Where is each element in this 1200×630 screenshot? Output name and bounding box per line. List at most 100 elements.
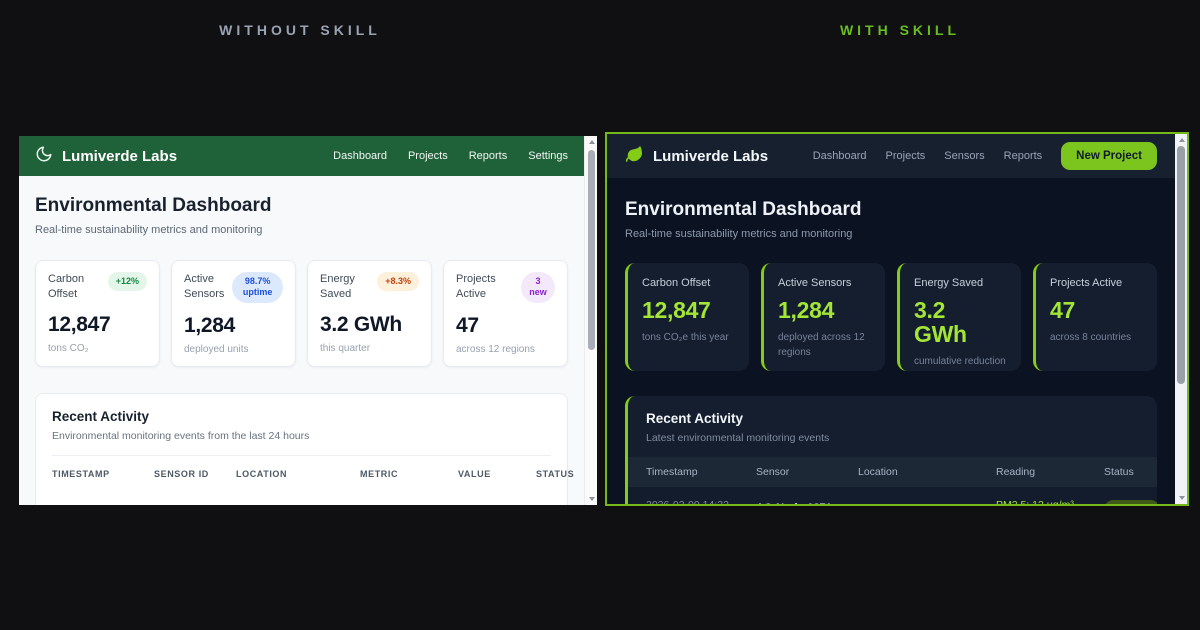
panel-without-skill: Lumiverde Labs Dashboard Projects Report… (19, 136, 597, 505)
stat-value: 47 (1050, 297, 1075, 323)
col-timestamp: Timestamp (646, 466, 698, 478)
table-row: 2026-02-09 14:32 AQ-Node-0871 São Paulo,… (628, 487, 1157, 504)
right-nav-projects[interactable]: Projects (886, 150, 926, 162)
stat-label: Carbon Offset (642, 277, 711, 289)
left-nav-settings[interactable]: Settings (528, 150, 568, 162)
with-skill-label: WITH SKILL (839, 22, 961, 38)
stat-sub: deployed across 12 regions (778, 332, 865, 358)
stat-sub: tons CO₂e this year (642, 332, 729, 344)
stat-label: Projects Active (1050, 277, 1123, 289)
stat-card-carbon-offset: Carbon Offset 12,847 tons CO₂e this year (625, 263, 749, 371)
right-brand: Lumiverde Labs (625, 145, 768, 168)
stat-value: 12,847 (642, 297, 711, 323)
right-page-title: Environmental Dashboard (625, 199, 862, 220)
status-badge: Normal (1104, 500, 1157, 504)
comparison-banner: WITHOUT SKILL WITH SKILL (0, 22, 1200, 38)
left-activity-title: Recent Activity (52, 408, 150, 424)
right-brand-name: Lumiverde Labs (653, 147, 769, 165)
stat-label: Energy Saved (320, 273, 355, 300)
col-metric: Metric (360, 468, 399, 479)
col-status: Status (536, 468, 575, 479)
leaf-icon (625, 145, 644, 168)
scrollbar-thumb[interactable] (588, 150, 595, 350)
scroll-down-icon[interactable] (589, 497, 595, 501)
stat-value: 1,284 (778, 297, 835, 323)
stat-badge: +12% (107, 272, 147, 292)
right-activity-title: Recent Activity (646, 411, 744, 426)
stat-badge: 98.7% uptime (232, 272, 283, 303)
stat-sub: this quarter (320, 342, 371, 354)
stat-value: 12,847 (48, 312, 111, 336)
col-location: Location (236, 468, 288, 479)
cell-sensor-id: SNS-0847 (154, 503, 230, 505)
left-nav-reports[interactable]: Reports (469, 150, 508, 162)
col-timestamp: Timestamp (52, 468, 110, 479)
stat-label: Active Sensors (184, 273, 225, 300)
right-stat-cards: Carbon Offset 12,847 tons CO₂e this year… (625, 263, 1157, 371)
col-reading: Reading (996, 466, 1036, 478)
left-activity-table: Timestamp Sensor ID Location Metric Valu… (52, 454, 574, 505)
cell-timestamp: 2026-02-09 14:32 (52, 503, 148, 505)
left-page-title: Environmental Dashboard (35, 195, 272, 216)
right-nav: Dashboard Projects Sensors Reports New P… (813, 142, 1157, 170)
stat-value: 3.2 GWh (320, 312, 402, 336)
left-app-header: Lumiverde Labs Dashboard Projects Report… (19, 136, 584, 176)
left-recent-activity-card: Recent Activity Environmental monitoring… (35, 392, 574, 505)
stat-sub: across 8 countries (1050, 332, 1132, 344)
stat-sub: across 12 regions (456, 343, 535, 355)
stat-card-projects-active: Projects Active 47 across 8 countries (1033, 263, 1157, 371)
right-page-subtitle: Real-time sustainability metrics and mon… (625, 228, 853, 240)
cell-value: 342 (458, 503, 530, 505)
right-table-header: Timestamp Sensor Location Reading Status (628, 457, 1157, 487)
left-brand: Lumiverde Labs (35, 145, 177, 167)
col-sensor: Sensor (756, 466, 790, 478)
new-project-button[interactable]: New Project (1061, 142, 1157, 170)
left-stat-cards: Carbon Offset +12% 12,847 tons CO₂ Activ… (35, 260, 568, 367)
right-app-header: Lumiverde Labs Dashboard Projects Sensor… (607, 134, 1175, 178)
left-nav: Dashboard Projects Reports Settings (333, 150, 568, 162)
left-brand-name: Lumiverde Labs (62, 147, 178, 165)
scroll-up-icon[interactable] (589, 140, 595, 144)
col-sensor-id: Sensor ID (154, 468, 209, 479)
cell-reading: PM2.5: 12 µg/m³ (996, 498, 1098, 504)
stat-value: 3.2 GWh (914, 297, 967, 348)
stat-label: Carbon Offset (48, 273, 85, 300)
right-nav-sensors[interactable]: Sensors (944, 150, 984, 162)
moon-icon (35, 145, 53, 167)
col-value: Value (458, 468, 491, 479)
cell-sensor: AQ-Node-0871 (756, 498, 852, 504)
cell-metric: CO₂ Absorption (360, 503, 452, 505)
table-row: 2026-02-09 14:32 SNS-0847 Amazon Basin, … (52, 491, 551, 505)
right-nav-dashboard[interactable]: Dashboard (813, 150, 867, 162)
scroll-up-icon[interactable] (1179, 138, 1185, 142)
stat-card-projects-active: Projects Active 3 new 47 across 12 regio… (443, 260, 568, 367)
left-nav-projects[interactable]: Projects (408, 150, 448, 162)
stat-card-energy-saved: Energy Saved +8.3% 3.2 GWh this quarter (307, 260, 432, 367)
right-scrollbar[interactable] (1175, 134, 1187, 504)
left-activity-subtitle: Environmental monitoring events from the… (52, 429, 310, 442)
col-location: Location (858, 466, 898, 478)
stat-label: Active Sensors (778, 277, 852, 289)
panel-with-skill: Lumiverde Labs Dashboard Projects Sensor… (605, 132, 1189, 506)
right-nav-reports[interactable]: Reports (1004, 150, 1043, 162)
left-table-header: Timestamp Sensor ID Location Metric Valu… (52, 456, 574, 492)
stat-badge: +8.3% (377, 272, 419, 292)
cell-timestamp: 2026-02-09 14:32 (646, 498, 750, 504)
left-page-subtitle: Real-time sustainability metrics and mon… (35, 224, 263, 236)
right-activity-subtitle: Latest environmental monitoring events (646, 432, 830, 444)
cell-location: São Paulo, Brazil (858, 498, 990, 504)
stat-card-energy-saved: Energy Saved 3.2 GWh cumulative reductio… (897, 263, 1021, 371)
stat-sub: deployed units (184, 343, 249, 355)
stat-card-active-sensors: Active Sensors 1,284 deployed across 12 … (761, 263, 885, 371)
cell-location: Amazon Basin, BR (236, 503, 354, 505)
left-scrollbar[interactable] (584, 136, 597, 505)
scroll-down-icon[interactable] (1179, 496, 1185, 500)
without-skill-label: WITHOUT SKILL (219, 22, 381, 38)
left-nav-dashboard[interactable]: Dashboard (333, 150, 387, 162)
stat-sub: tons CO₂ (48, 342, 89, 354)
stat-label: Energy Saved (914, 277, 984, 289)
stat-value: 47 (456, 313, 479, 337)
scrollbar-thumb[interactable] (1177, 146, 1185, 384)
stat-card-carbon-offset: Carbon Offset +12% 12,847 tons CO₂ (35, 260, 160, 367)
stat-badge: 3 new (521, 272, 555, 303)
